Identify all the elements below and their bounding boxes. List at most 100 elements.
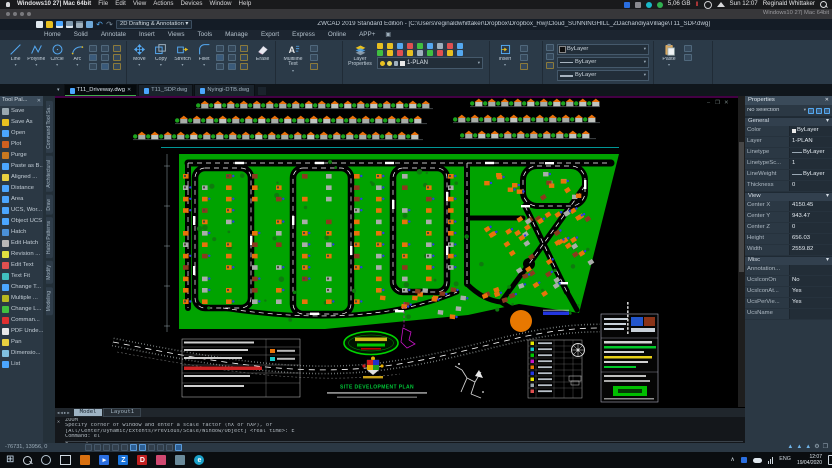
palette-item[interactable]: Area [0,194,43,205]
movies-app-icon[interactable]: ▸ [99,455,109,465]
window-control-dot[interactable] [20,12,24,16]
tool-icon[interactable] [240,45,248,52]
property-value[interactable]: ByLayer [789,126,832,136]
edge-app-icon[interactable]: e [194,455,204,465]
palette-item[interactable]: Save [0,106,43,117]
model-toggle[interactable] [175,444,182,451]
close-tab-icon[interactable]: ✕ [127,88,131,93]
section-general[interactable]: General▾ [745,117,832,126]
palette-header[interactable]: Tool Pal...✕ [0,96,43,106]
stretch-button[interactable]: Stretch▾ [173,43,192,67]
tab-list-dropdown-icon[interactable]: ▾ [57,88,63,96]
circle-status-icon[interactable] [704,1,712,9]
palette-item[interactable]: Object UCS [0,216,43,227]
annotation-scale-icon[interactable]: ▲ [787,444,793,450]
new-tab-button[interactable] [258,87,266,95]
palette-item[interactable]: Dimensio... [0,348,43,359]
workspace-dropdown[interactable]: 2D Drafting & Annotation ▾ [116,20,192,30]
property-value[interactable]: ByLayer [789,170,832,180]
properties-header[interactable]: Properties✕ [745,96,832,105]
property-value[interactable] [789,265,832,275]
mac-menu-item[interactable]: Actions [153,1,173,7]
status-icon[interactable] [635,2,641,8]
action-center-icon[interactable] [828,455,832,465]
ribbon-tab[interactable]: Views [162,30,191,40]
palette-tab[interactable]: Draw [46,195,53,215]
palette-item[interactable]: Purge [0,150,43,161]
quick-select-icon[interactable] [808,108,814,114]
property-value[interactable]: 1 [789,159,832,169]
insert-button[interactable]: Insert▾ [493,43,517,67]
line-button[interactable]: Line▾ [7,43,24,67]
property-value[interactable]: 0 [789,223,832,233]
tool-icon[interactable] [113,63,121,70]
new-file-icon[interactable] [36,21,43,28]
annotation-visibility-icon[interactable]: ▲ [796,444,802,450]
tool-icon[interactable] [89,45,97,52]
plot-icon[interactable] [76,21,83,28]
tool-icon[interactable] [216,45,224,52]
tool-icon[interactable] [228,54,236,61]
cortana-icon[interactable] [41,455,51,465]
layer-on-icon[interactable] [380,61,385,66]
layer-properties-button[interactable]: Layer Properties [346,43,374,68]
store-app-icon[interactable] [80,455,90,465]
ribbon-tab[interactable]: Export [255,30,285,40]
arc-button[interactable]: Arc▾ [69,43,86,67]
tool-icon[interactable] [89,63,97,70]
circle-button[interactable]: Circle▾ [48,43,65,67]
property-value[interactable]: 4150.45 [789,201,832,211]
property-value[interactable] [789,309,832,319]
move-button[interactable]: Move▾ [130,43,149,67]
zwcad-app-icon[interactable]: Z [118,455,128,465]
select-objects-icon[interactable] [816,108,822,114]
status-icon[interactable] [646,2,652,8]
tool-icon[interactable] [546,44,554,51]
section-misc[interactable]: Misc▾ [745,256,832,265]
copy-button[interactable]: Copy▾ [152,43,171,67]
ribbon-tab[interactable]: Express [286,30,321,40]
ribbon-tab[interactable]: Manage [219,30,254,40]
apple-icon[interactable] [6,2,10,7]
lineweight-dropdown[interactable]: ByLayer▾ [557,70,649,81]
palette-item[interactable]: Revision ... [0,249,43,260]
mac-user[interactable]: Reginald Whittaker [763,1,815,7]
palette-tab[interactable]: Modify [46,261,53,284]
property-value[interactable]: 943.47 [789,212,832,222]
property-value[interactable]: ByLayer [789,148,832,158]
document-tab[interactable]: Nyingi-DTB.dwg✕ [194,84,255,96]
property-value[interactable]: No [789,276,832,286]
palette-item[interactable]: Change L... [0,304,43,315]
tool-icon[interactable] [684,54,692,61]
mtext-button[interactable]: AMultiline Text▾ [279,43,307,73]
document-tab[interactable]: T11_Driveway.dwg✕ [64,84,138,96]
palette-item[interactable]: Edit Hatch [0,238,43,249]
window-control-dot[interactable] [13,12,17,16]
tool-icon[interactable] [520,63,528,70]
task-view-icon[interactable] [60,455,71,465]
palette-tab[interactable]: Architectural [46,156,53,192]
ribbon-tab[interactable]: Solid [68,30,94,40]
palette-item[interactable]: Comman... [0,315,43,326]
palette-item[interactable]: Aligned ... [0,172,43,183]
linetype-dropdown[interactable]: ByLayer▾ [557,57,649,68]
ribbon-tab[interactable]: Tools [191,30,218,40]
search-icon[interactable] [820,1,827,8]
snap-toggle[interactable] [85,444,92,451]
palette-item[interactable]: Edit Text [0,260,43,271]
window-control-dot[interactable] [6,12,10,16]
tool-icon[interactable] [101,54,109,61]
palette-item[interactable]: List [0,359,43,370]
close-palette-icon[interactable]: ✕ [37,99,41,104]
tool-icon[interactable] [684,45,692,52]
canvas-scrollbar-thumb[interactable] [739,142,744,272]
save-icon[interactable] [56,21,63,28]
ortho-toggle[interactable] [103,444,110,451]
palette-item[interactable]: Hatch [0,227,43,238]
close-command-icon[interactable]: ✕ [57,420,60,425]
layout1-tab[interactable]: Layout1 [103,408,141,418]
palette-item[interactable]: PDF Unde... [0,326,43,337]
tool-icon[interactable] [546,62,554,69]
tool-icon[interactable] [520,45,528,52]
ucs-toggle[interactable] [157,444,164,451]
